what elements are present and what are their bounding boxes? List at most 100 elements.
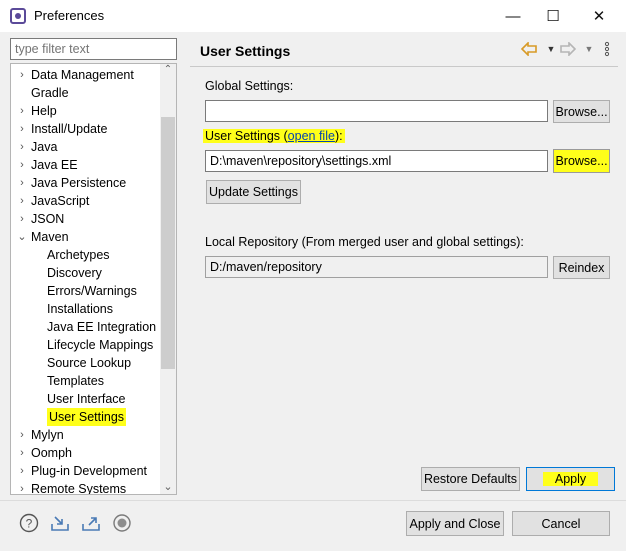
tree-item[interactable]: › Java Persistence <box>11 174 161 192</box>
tree-item-label: JSON <box>31 212 65 226</box>
tree-item-label: Mylyn <box>31 428 64 442</box>
tree-item[interactable]: › Java <box>11 138 161 156</box>
tree-item[interactable]: Lifecycle Mappings <box>11 336 161 354</box>
update-settings-button[interactable]: Update Settings <box>206 180 301 204</box>
svg-text:?: ? <box>26 517 33 531</box>
tree-item[interactable]: › JSON <box>11 210 161 228</box>
tree-item[interactable]: › Mylyn <box>11 426 161 444</box>
tree-item-label: Gradle <box>31 86 69 100</box>
tree-item[interactable]: › Install/Update <box>11 120 161 138</box>
user-browse-button[interactable]: Browse... <box>553 149 610 173</box>
import-icon[interactable] <box>49 512 71 534</box>
export-icon[interactable] <box>80 512 102 534</box>
tree-item-label: Java <box>31 140 58 154</box>
tree-item-label: Java Persistence <box>31 176 127 190</box>
view-menu-icon[interactable] <box>598 40 616 58</box>
user-settings-label-row: User Settings (open file): <box>203 129 345 143</box>
window-title: Preferences <box>34 8 105 23</box>
back-dropdown-icon[interactable]: ▼ <box>542 40 560 58</box>
global-browse-button[interactable]: Browse... <box>553 100 610 123</box>
tree-item[interactable]: Gradle <box>11 84 161 102</box>
tree-item[interactable]: › Plug-in Development <box>11 462 161 480</box>
global-settings-input[interactable] <box>205 100 548 122</box>
footer-separator <box>0 500 626 501</box>
back-arrow-icon[interactable] <box>520 40 538 58</box>
tree-item[interactable]: › JavaScript <box>11 192 161 210</box>
chevron-down-icon[interactable]: ⌄ <box>15 228 29 246</box>
tree-item-label: Oomph <box>31 446 72 460</box>
apply-and-close-button[interactable]: Apply and Close <box>406 511 504 536</box>
filter-input[interactable] <box>10 38 177 60</box>
apply-button[interactable]: Apply <box>526 467 615 491</box>
tree-item[interactable]: Discovery <box>11 264 161 282</box>
tree-item-label: Lifecycle Mappings <box>47 338 154 352</box>
chevron-right-icon[interactable]: › <box>15 480 29 494</box>
user-settings-label: User Settings ( <box>205 129 288 143</box>
user-settings-input[interactable]: D:\maven\repository\settings.xml <box>205 150 548 172</box>
tree-item[interactable]: ⌄ Maven <box>11 228 161 246</box>
tree-item[interactable]: Installations <box>11 300 161 318</box>
tree-item-label: Plug-in Development <box>31 464 148 478</box>
reindex-button[interactable]: Reindex <box>553 256 610 279</box>
user-settings-label-end: ): <box>334 129 343 143</box>
chevron-right-icon[interactable]: › <box>15 174 29 192</box>
tree-item-label: Errors/Warnings <box>47 284 137 298</box>
chevron-right-icon[interactable]: › <box>15 192 29 210</box>
tree-scrollbar-thumb[interactable] <box>161 117 175 369</box>
maximize-button[interactable]: ☐ <box>530 0 576 32</box>
local-repo-input[interactable]: D:/maven/repository <box>205 256 548 278</box>
help-icon[interactable]: ? <box>18 512 40 534</box>
restore-defaults-button[interactable]: Restore Defaults <box>421 467 520 491</box>
chevron-right-icon[interactable]: › <box>15 120 29 138</box>
tree-item[interactable]: Errors/Warnings <box>11 282 161 300</box>
tree-item[interactable]: User Interface <box>11 390 161 408</box>
tree-item-label: Data Management <box>31 68 134 82</box>
tree-item[interactable]: › Data Management <box>11 66 161 84</box>
page-title: User Settings <box>200 43 291 59</box>
header-separator <box>190 66 618 67</box>
cancel-button[interactable]: Cancel <box>512 511 610 536</box>
global-settings-label: Global Settings: <box>205 79 294 93</box>
tree-item-label: Help <box>31 104 57 118</box>
tree-item[interactable]: Templates <box>11 372 161 390</box>
tree-item-label: Remote Systems <box>31 482 127 495</box>
tree-item-label: Java EE Integration <box>47 320 157 334</box>
chevron-right-icon[interactable]: › <box>15 156 29 174</box>
tree-item-label: Java EE <box>31 158 78 172</box>
tree-item[interactable]: Archetypes <box>11 246 161 264</box>
chevron-right-icon[interactable]: › <box>15 66 29 84</box>
tree-item-label: User Interface <box>47 392 126 406</box>
preference-tree: › Data Management Gradle › Help › Install/Upda… <box>10 63 177 495</box>
tree-item[interactable]: › Oomph <box>11 444 161 462</box>
tree-item[interactable]: › Java EE <box>11 156 161 174</box>
tree-item-label: User Settings <box>47 408 127 426</box>
tree-item-label: Templates <box>47 374 104 388</box>
forward-dropdown-icon[interactable]: ▼ <box>580 40 598 58</box>
tree-item-label: Installations <box>47 302 114 316</box>
tree-item[interactable]: › Remote Systems <box>11 480 161 495</box>
eclipse-app-icon <box>10 8 26 24</box>
local-repo-label: Local Repository (From merged user and g… <box>205 235 524 249</box>
scroll-down-arrow-icon[interactable]: ⌄ <box>160 480 176 494</box>
tree-item[interactable]: › Help <box>11 102 161 120</box>
forward-arrow-icon[interactable] <box>559 40 577 58</box>
close-button[interactable]: ✕ <box>576 0 622 32</box>
tree-item-label: Discovery <box>47 266 102 280</box>
chevron-right-icon[interactable]: › <box>15 426 29 444</box>
chevron-right-icon[interactable]: › <box>15 444 29 462</box>
tree-item-label: Archetypes <box>47 248 110 262</box>
chevron-right-icon[interactable]: › <box>15 138 29 156</box>
tree-item-label: Install/Update <box>31 122 108 136</box>
scroll-up-arrow-icon[interactable]: ⌃ <box>160 64 176 78</box>
record-icon[interactable] <box>111 512 133 534</box>
tree-item[interactable]: Java EE Integration <box>11 318 161 336</box>
open-file-link[interactable]: open file <box>288 129 335 143</box>
tree-item-label: Source Lookup <box>47 356 132 370</box>
chevron-right-icon[interactable]: › <box>15 102 29 120</box>
apply-button-label: Apply <box>542 472 599 486</box>
tree-item-label: Maven <box>31 230 69 244</box>
tree-item[interactable]: User Settings <box>11 408 161 426</box>
chevron-right-icon[interactable]: › <box>15 462 29 480</box>
chevron-right-icon[interactable]: › <box>15 210 29 228</box>
tree-item[interactable]: Source Lookup <box>11 354 161 372</box>
